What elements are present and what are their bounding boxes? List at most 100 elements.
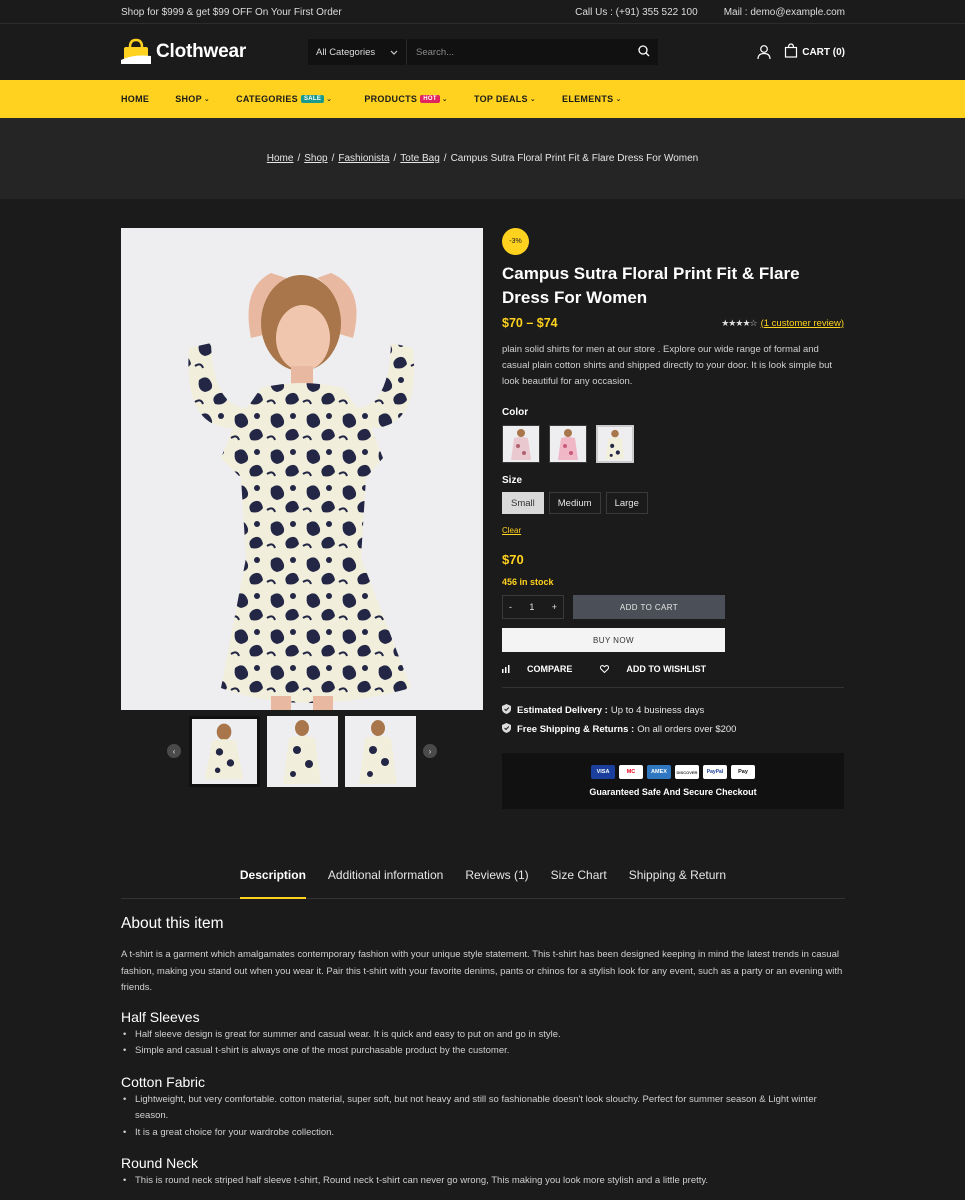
cart-button[interactable]: CART (0) [784, 43, 845, 61]
product-title: Campus Sutra Floral Print Fit & Flare Dr… [502, 264, 800, 307]
size-option-medium[interactable]: Medium [548, 492, 601, 514]
heart-icon [600, 665, 612, 673]
thumbnail-3[interactable] [345, 716, 416, 787]
visa-icon: VISA [591, 765, 615, 779]
section-title: Round Neck [121, 1155, 199, 1171]
nav-item-label: CATEGORIES [236, 94, 298, 104]
clear-selection-link[interactable]: Clear [502, 526, 844, 535]
selected-price: $70 [502, 552, 524, 567]
shield-check-icon [502, 704, 517, 717]
nav-item-categories[interactable]: CATEGORIES SALE ⌄ [236, 94, 332, 104]
main-nav: HOME SHOP ⌄ CATEGORIES SALE ⌄ PRODUCTS HOT ⌄ … [0, 80, 965, 118]
breadcrumb-home[interactable]: Home [267, 153, 294, 164]
buy-now-button[interactable]: BUY NOW [502, 628, 725, 652]
site-logo[interactable]: Clothwear [121, 38, 308, 66]
search-icon [638, 44, 650, 60]
shopping-bag-logo-icon [121, 38, 151, 66]
section-title: Half Sleeves [121, 1008, 200, 1025]
sale-badge: SALE [300, 95, 325, 103]
category-select[interactable]: All Categories [308, 39, 407, 65]
size-option-small[interactable]: Small [502, 492, 544, 514]
chevron-left-icon[interactable]: ‹ [167, 744, 181, 758]
list-item: It is a great choice for your wardrobe c… [121, 1125, 845, 1142]
hot-badge: HOT [420, 95, 440, 103]
product-main-image[interactable] [121, 228, 483, 710]
nav-item-label: HOME [121, 94, 150, 104]
stock-status: 456 in stock [502, 577, 554, 587]
site-header: Clothwear All Categories Search... CART … [0, 24, 965, 80]
tab-additional-information[interactable]: Additional information [328, 855, 443, 899]
bar-chart-icon [502, 665, 513, 673]
breadcrumb-current: Campus Sutra Floral Print Fit & Flare Dr… [450, 153, 699, 164]
category-select-label: All Categories [316, 46, 376, 58]
mail-text: Mail : demo@example.com [723, 6, 845, 18]
color-swatch-3[interactable] [596, 425, 634, 463]
add-to-cart-button[interactable]: ADD TO CART [573, 595, 725, 619]
tab-reviews[interactable]: Reviews (1) [465, 855, 528, 899]
quantity-decrease-button[interactable]: - [509, 602, 512, 612]
chevron-right-icon[interactable]: › [423, 744, 437, 758]
chevron-down-icon: ⌄ [441, 96, 448, 103]
search-input[interactable]: Search... [407, 39, 630, 65]
thumbnail-2[interactable] [267, 716, 338, 787]
thumbnail-1[interactable] [189, 716, 260, 787]
description-content: About this item A t-shirt is a garment w… [121, 915, 845, 1190]
about-title: About this item [121, 915, 224, 932]
tab-size-chart[interactable]: Size Chart [551, 855, 607, 899]
rating: ★★★★☆ (1 customer review) [721, 318, 844, 329]
search-button[interactable] [630, 39, 658, 65]
add-to-wishlist-button[interactable]: ADD TO WISHLIST [600, 664, 720, 674]
nav-item-label: PRODUCTS [364, 94, 418, 104]
promo-text: Shop for $999 & get $99 OFF On Your Firs… [121, 6, 342, 18]
breadcrumb-fashionista[interactable]: Fashionista [338, 153, 389, 164]
chevron-down-icon: ⌄ [326, 96, 333, 103]
breadcrumb: Home / Shop / Fashionista / Tote Bag / Campu… [0, 118, 965, 199]
discover-icon: DISCOVER [675, 765, 699, 779]
discount-badge: -3% [502, 228, 529, 255]
nav-item-products[interactable]: PRODUCTS HOT ⌄ [364, 94, 448, 104]
paypal-icon: PayPal [703, 765, 727, 779]
breadcrumb-shop[interactable]: Shop [304, 153, 327, 164]
chevron-down-icon: ⌄ [615, 96, 622, 103]
user-account-icon[interactable] [756, 44, 772, 60]
search-bar: All Categories Search... [308, 39, 658, 65]
tab-shipping-return[interactable]: Shipping & Return [629, 855, 726, 899]
color-swatch-2[interactable] [549, 425, 587, 463]
list-item: This is round neck striped half sleeve t… [121, 1173, 845, 1190]
product-description: plain solid shirts for men at our store … [502, 344, 833, 387]
customer-review-link[interactable]: (1 customer review) [761, 318, 844, 329]
nav-item-label: SHOP [175, 94, 202, 104]
compare-button[interactable]: COMPARE [502, 664, 586, 674]
chevron-down-icon: ⌄ [203, 96, 211, 103]
nav-item-label: ELEMENTS [562, 94, 614, 104]
nav-item-label: TOP DEALS [473, 94, 528, 104]
compare-label: COMPARE [527, 664, 573, 674]
shipping-info: Estimated Delivery : Up to 4 business da… [502, 701, 844, 739]
chevron-down-icon: ⌄ [529, 96, 537, 103]
secure-checkout-box: VISA MC AMEX DISCOVER PayPal Pay Guarant… [502, 753, 844, 809]
nav-item-elements[interactable]: ELEMENTS ⌄ [562, 94, 622, 104]
nav-item-home[interactable]: HOME [121, 94, 149, 104]
quantity-input[interactable]: 1 [529, 602, 534, 612]
quantity-stepper: - 1 + [502, 595, 564, 619]
breadcrumb-tote-bag[interactable]: Tote Bag [400, 153, 439, 164]
secure-checkout-text: Guaranteed Safe And Secure Checkout [589, 787, 757, 797]
list-item: Half sleeve design is great for summer a… [121, 1027, 845, 1044]
quantity-increase-button[interactable]: + [552, 602, 557, 612]
mastercard-icon: MC [619, 765, 643, 779]
delivery-value: Up to 4 business days [610, 705, 705, 716]
nav-item-shop[interactable]: SHOP ⌄ [175, 94, 210, 104]
delivery-label: Estimated Delivery : [517, 705, 608, 716]
shield-check-icon [502, 723, 517, 736]
nav-item-top-deals[interactable]: TOP DEALS ⌄ [474, 94, 536, 104]
thumbnail-carousel: ‹ › [121, 712, 483, 792]
apple-pay-icon: Pay [731, 765, 755, 779]
color-label: Color [502, 407, 529, 418]
size-option-large[interactable]: Large [605, 492, 648, 514]
section-title: Cotton Fabric [121, 1073, 206, 1090]
tab-description[interactable]: Description [239, 855, 306, 899]
list-item: Simple and casual t-shirt is always one … [121, 1043, 845, 1060]
color-swatch-1[interactable] [502, 425, 540, 463]
size-label: Size [502, 475, 523, 486]
logo-text: Clothwear [156, 41, 247, 62]
